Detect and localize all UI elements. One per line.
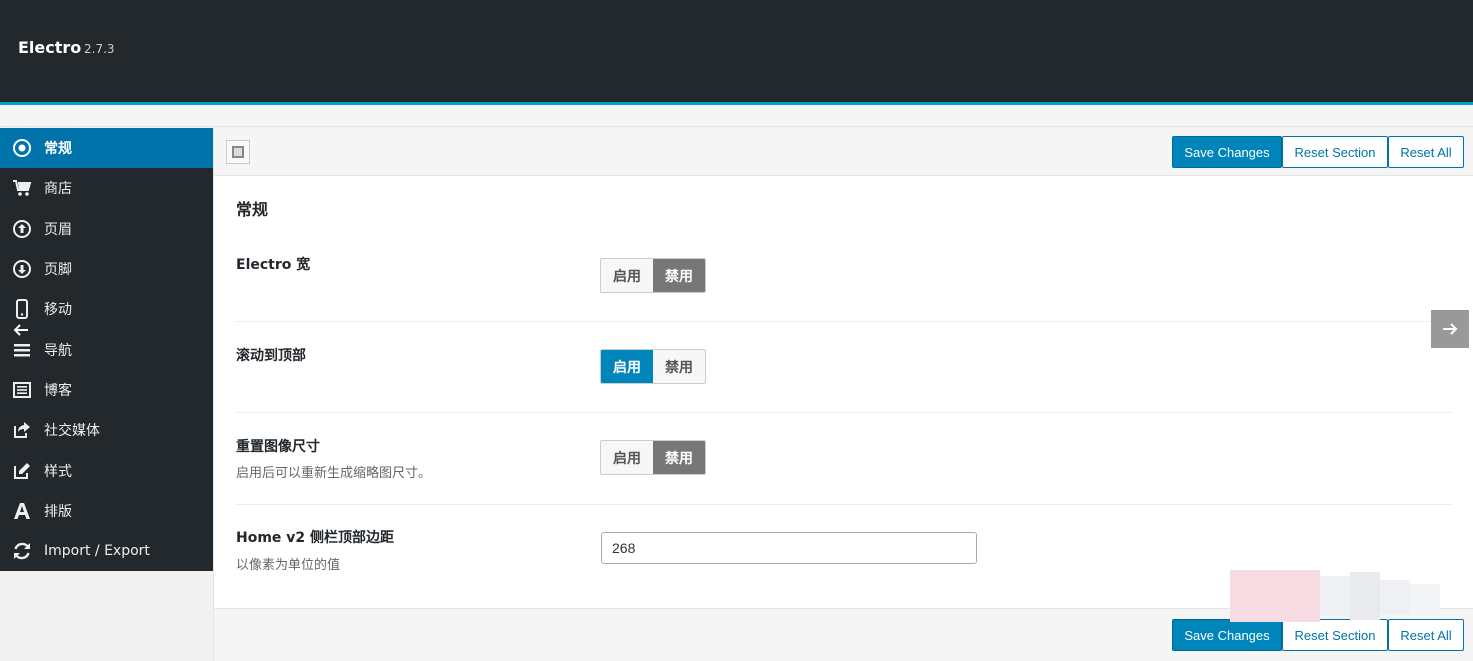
share-square-icon (12, 420, 32, 440)
app-header: Electro 2.7.3 (0, 0, 1473, 102)
arrow-circle-down-icon (12, 259, 32, 279)
row-divider (236, 412, 1452, 413)
reset-section-button[interactable]: Reset Section (1282, 136, 1388, 168)
disable-option[interactable]: 禁用 (653, 259, 705, 292)
sub-bar (0, 105, 1473, 127)
sidebar-item-style[interactable]: 样式 (0, 450, 213, 490)
setting-desc-home-v2-sidebar-margin: 以像素为单位的值 (236, 558, 341, 573)
watermark-blur (1230, 570, 1450, 622)
reset-section-button[interactable]: Reset Section (1282, 619, 1388, 651)
reset-all-button[interactable]: Reset All (1388, 619, 1464, 651)
sidebar-item-label: 页眉 (44, 221, 72, 238)
sidebar-item-label: 页脚 (44, 262, 72, 279)
setting-label-home-v2-sidebar-margin: Home v2 侧栏顶部边距 (236, 530, 395, 546)
sidebar-item-general[interactable]: 常规 (0, 128, 213, 169)
sidebar-item-label: 排版 (44, 503, 72, 520)
sidebar-item-label: 博客 (44, 382, 72, 399)
setting-label-electro-wide: Electro 宽 (236, 257, 311, 273)
sidebar-item-typography[interactable]: 排版 (0, 491, 213, 531)
save-changes-button[interactable]: Save Changes (1172, 136, 1282, 168)
prev-arrow-icon[interactable] (6, 317, 36, 343)
disable-option[interactable]: 禁用 (653, 441, 705, 474)
scroll-to-top-switch: 启用 禁用 (600, 349, 706, 384)
disable-option[interactable]: 禁用 (653, 350, 705, 383)
font-icon (12, 501, 32, 521)
sidebar-item-label: Import / Export (44, 543, 150, 560)
sidebar-item-blog[interactable]: 博客 (0, 370, 213, 410)
electro-wide-switch: 启用 禁用 (600, 258, 706, 293)
sidebar-item-label: 常规 (44, 141, 72, 158)
enable-option[interactable]: 启用 (601, 350, 653, 383)
expand-toggle-button[interactable] (226, 140, 250, 164)
top-toolbar: Save Changes Reset Section Reset All (214, 128, 1473, 176)
enable-option[interactable]: 启用 (601, 441, 653, 474)
sidebar-item-label: 移动 (44, 302, 72, 319)
reset-all-button[interactable]: Reset All (1388, 136, 1464, 168)
row-divider (236, 321, 1452, 322)
setting-desc-reset-image-size: 启用后可以重新生成缩略图尺寸。 (236, 466, 432, 481)
section-title: 常规 (236, 200, 269, 219)
sidebar: 常规 商店 页眉 页脚 移动 导航 博客 社交媒体 样式 排版 Import /… (0, 128, 213, 571)
sidebar-item-header[interactable]: 页眉 (0, 209, 213, 249)
edit-icon (12, 461, 32, 481)
shopping-cart-icon (12, 178, 32, 198)
dot-circle-icon (12, 138, 32, 158)
row-divider (236, 504, 1452, 505)
home-v2-sidebar-margin-input[interactable] (601, 532, 977, 564)
sidebar-item-label: 导航 (44, 342, 72, 359)
app-title: Electro (18, 38, 82, 57)
sidebar-item-label: 社交媒体 (44, 423, 100, 440)
sidebar-item-footer[interactable]: 页脚 (0, 249, 213, 289)
arrow-circle-up-icon (12, 219, 32, 239)
sidebar-item-label: 样式 (44, 463, 72, 480)
setting-label-scroll-to-top: 滚动到顶部 (236, 348, 306, 364)
expand-icon (232, 146, 244, 158)
sidebar-item-shop[interactable]: 商店 (0, 168, 213, 208)
app-version: 2.7.3 (84, 42, 115, 56)
sidebar-item-label: 商店 (44, 181, 72, 198)
next-arrow-icon[interactable] (1431, 310, 1469, 348)
enable-option[interactable]: 启用 (601, 259, 653, 292)
sidebar-item-social-media[interactable]: 社交媒体 (0, 410, 213, 450)
save-changes-button[interactable]: Save Changes (1172, 619, 1282, 651)
sidebar-item-import-export[interactable]: Import / Export (0, 531, 213, 571)
list-alt-icon (12, 380, 32, 400)
reset-image-size-switch: 启用 禁用 (600, 440, 706, 475)
refresh-icon (12, 541, 32, 561)
setting-label-reset-image-size: 重置图像尺寸 (236, 439, 320, 455)
